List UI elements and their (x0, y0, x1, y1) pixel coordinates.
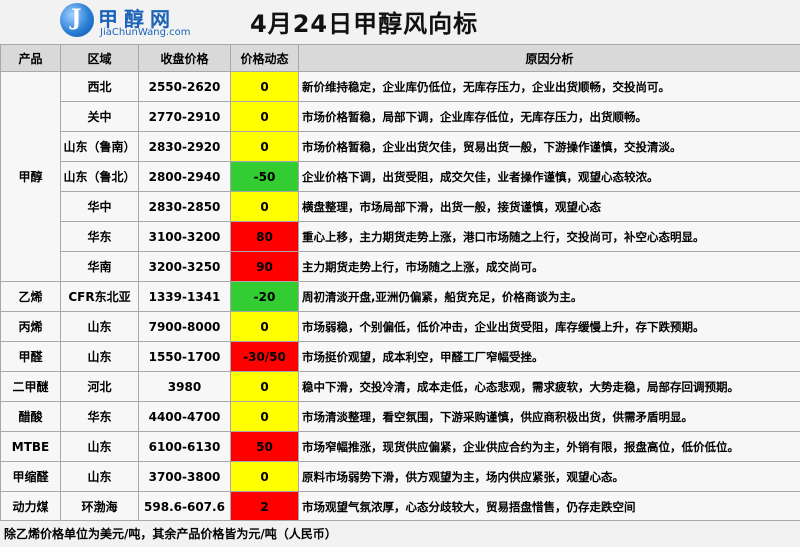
product-cell: 动力煤 (1, 492, 61, 522)
change-cell: 0 (231, 462, 299, 492)
reason-cell: 主力期货走势上行，市场随之上涨，成交尚可。 (299, 252, 800, 282)
change-cell: 90 (231, 252, 299, 282)
reason-cell: 市场价格暂稳，企业出货欠佳，贸易出货一般，下游操作谨慎，交投清淡。 (299, 132, 800, 162)
change-cell: 0 (231, 72, 299, 102)
product-cell: 甲缩醛 (1, 462, 61, 492)
table-row: 关中2770-29100市场价格暂稳，局部下调，企业库存低位，无库存压力，出货顺… (1, 102, 800, 132)
change-cell: -50 (231, 162, 299, 192)
region-cell: 山东（鲁南） (61, 132, 139, 162)
reason-cell: 重心上移，主力期货走势上涨，港口市场随之上行，交投尚可，补空心态明显。 (299, 222, 800, 252)
change-cell: 0 (231, 402, 299, 432)
region-cell: 山东 (61, 462, 139, 492)
footer-note: 除乙烯价格单位为美元/吨，其余产品价格皆为元/吨（人民币） (0, 520, 800, 547)
change-cell: 0 (231, 312, 299, 342)
price-cell: 3700-3800 (139, 462, 231, 492)
region-cell: 华东 (61, 222, 139, 252)
change-cell: 0 (231, 102, 299, 132)
table-row: 丙烯山东7900-80000市场弱稳，个别偏低，低价冲击，企业出货受阻，库存缓慢… (1, 312, 800, 342)
col-header-product: 产品 (1, 45, 61, 72)
reason-cell: 市场弱稳，个别偏低，低价冲击，企业出货受阻，库存缓慢上升，存下跌预期。 (299, 312, 800, 342)
price-cell: 598.6-607.6 (139, 492, 231, 522)
table-row: 甲醇西北2550-26200新价维持稳定，企业库仍低位，无库存压力，企业出货顺畅… (1, 72, 800, 102)
change-cell: -20 (231, 282, 299, 312)
table-row: 二甲醚河北39800稳中下滑，交投冷清，成本走低，心态悲观，需求疲软，大势走稳，… (1, 372, 800, 402)
reason-cell: 市场价格暂稳，局部下调，企业库存低位，无库存压力，出货顺畅。 (299, 102, 800, 132)
region-cell: 西北 (61, 72, 139, 102)
price-cell: 7900-8000 (139, 312, 231, 342)
change-cell: 0 (231, 372, 299, 402)
product-cell: 醋酸 (1, 402, 61, 432)
logo: J 甲醇网 JiaChunWang.com (60, 3, 210, 41)
price-cell: 4400-4700 (139, 402, 231, 432)
table-row: 动力煤环渤海598.6-607.62市场观望气氛浓厚，心态分歧较大，贸易捂盘惜售… (1, 492, 800, 522)
table-row: 甲醛山东1550-1700-30/50市场挺价观望，成本利空，甲醛工厂窄幅受挫。 (1, 342, 800, 372)
change-cell: 0 (231, 132, 299, 162)
region-cell: 环渤海 (61, 492, 139, 522)
product-cell: MTBE (1, 432, 61, 462)
table-row: 山东（鲁北）2800-2940-50企业价格下调，出货受阻，成交欠佳，业者操作谨… (1, 162, 800, 192)
price-cell: 3980 (139, 372, 231, 402)
price-cell: 2550-2620 (139, 72, 231, 102)
reason-cell: 原料市场弱势下滑，供方观望为主，场内供应紧张，观望心态。 (299, 462, 800, 492)
page-title: 4月24日甲醇风向标 (250, 4, 478, 39)
reason-cell: 横盘整理，市场局部下滑，出货一般，接货谨慎，观望心态 (299, 192, 800, 222)
region-cell: 河北 (61, 372, 139, 402)
reason-cell: 周初清淡开盘,亚洲仍偏紧，船货充足，价格商谈为主。 (299, 282, 800, 312)
price-cell: 1339-1341 (139, 282, 231, 312)
region-cell: 山东（鲁北） (61, 162, 139, 192)
price-cell: 2770-2910 (139, 102, 231, 132)
region-cell: 关中 (61, 102, 139, 132)
product-cell: 甲醇 (1, 72, 61, 282)
reason-cell: 稳中下滑，交投冷清，成本走低，心态悲观，需求疲软，大势走稳，局部存回调预期。 (299, 372, 800, 402)
page: J 甲醇网 JiaChunWang.com 4月24日甲醇风向标 产品 区域 收… (0, 0, 800, 547)
region-cell: 山东 (61, 342, 139, 372)
product-cell: 二甲醚 (1, 372, 61, 402)
table-row: 山东（鲁南）2830-29200市场价格暂稳，企业出货欠佳，贸易出货一般，下游操… (1, 132, 800, 162)
price-table: 产品 区域 收盘价格 价格动态 原因分析 甲醇西北2550-26200新价维持稳… (0, 44, 800, 522)
col-header-region: 区域 (61, 45, 139, 72)
table-row: 甲缩醛山东3700-38000原料市场弱势下滑，供方观望为主，场内供应紧张，观望… (1, 462, 800, 492)
region-cell: 山东 (61, 312, 139, 342)
col-header-reason: 原因分析 (299, 45, 800, 72)
table-row: 华东3100-320080重心上移，主力期货走势上涨，港口市场随之上行，交投尚可… (1, 222, 800, 252)
change-cell: 2 (231, 492, 299, 522)
region-cell: 山东 (61, 432, 139, 462)
change-cell: 50 (231, 432, 299, 462)
table-row: 乙烯CFR东北亚1339-1341-20周初清淡开盘,亚洲仍偏紧，船货充足，价格… (1, 282, 800, 312)
reason-cell: 新价维持稳定，企业库仍低位，无库存压力，企业出货顺畅，交投尚可。 (299, 72, 800, 102)
change-cell: -30/50 (231, 342, 299, 372)
change-cell: 0 (231, 192, 299, 222)
price-cell: 1550-1700 (139, 342, 231, 372)
price-cell: 6100-6130 (139, 432, 231, 462)
col-header-change: 价格动态 (231, 45, 299, 72)
header: J 甲醇网 JiaChunWang.com 4月24日甲醇风向标 (0, 0, 800, 45)
reason-cell: 市场挺价观望，成本利空，甲醛工厂窄幅受挫。 (299, 342, 800, 372)
region-cell: 华中 (61, 192, 139, 222)
region-cell: CFR东北亚 (61, 282, 139, 312)
product-cell: 甲醛 (1, 342, 61, 372)
price-cell: 2830-2850 (139, 192, 231, 222)
price-cell: 3100-3200 (139, 222, 231, 252)
product-cell: 丙烯 (1, 312, 61, 342)
reason-cell: 企业价格下调，出货受阻，成交欠佳，业者操作谨慎，观望心态较浓。 (299, 162, 800, 192)
table-row: MTBE山东6100-613050市场窄幅推涨，现货供应偏紧，企业供应合约为主，… (1, 432, 800, 462)
table-row: 华南3200-325090主力期货走势上行，市场随之上涨，成交尚可。 (1, 252, 800, 282)
reason-cell: 市场观望气氛浓厚，心态分歧较大，贸易捂盘惜售，仍存走跌空间 (299, 492, 800, 522)
price-cell: 2830-2920 (139, 132, 231, 162)
change-cell: 80 (231, 222, 299, 252)
region-cell: 华东 (61, 402, 139, 432)
logo-en: JiaChunWang.com (100, 27, 190, 38)
product-cell: 乙烯 (1, 282, 61, 312)
reason-cell: 市场窄幅推涨，现货供应偏紧，企业供应合约为主，外销有限，报盘高位，低价低位。 (299, 432, 800, 462)
price-cell: 3200-3250 (139, 252, 231, 282)
table-row: 华中2830-28500横盘整理，市场局部下滑，出货一般，接货谨慎，观望心态 (1, 192, 800, 222)
price-cell: 2800-2940 (139, 162, 231, 192)
col-header-price: 收盘价格 (139, 45, 231, 72)
region-cell: 华南 (61, 252, 139, 282)
logo-icon: J (60, 3, 94, 37)
reason-cell: 市场清淡整理，看空氛围，下游采购谨慎，供应商积极出货，供需矛盾明显。 (299, 402, 800, 432)
table-row: 醋酸华东4400-47000市场清淡整理，看空氛围，下游采购谨慎，供应商积极出货… (1, 402, 800, 432)
